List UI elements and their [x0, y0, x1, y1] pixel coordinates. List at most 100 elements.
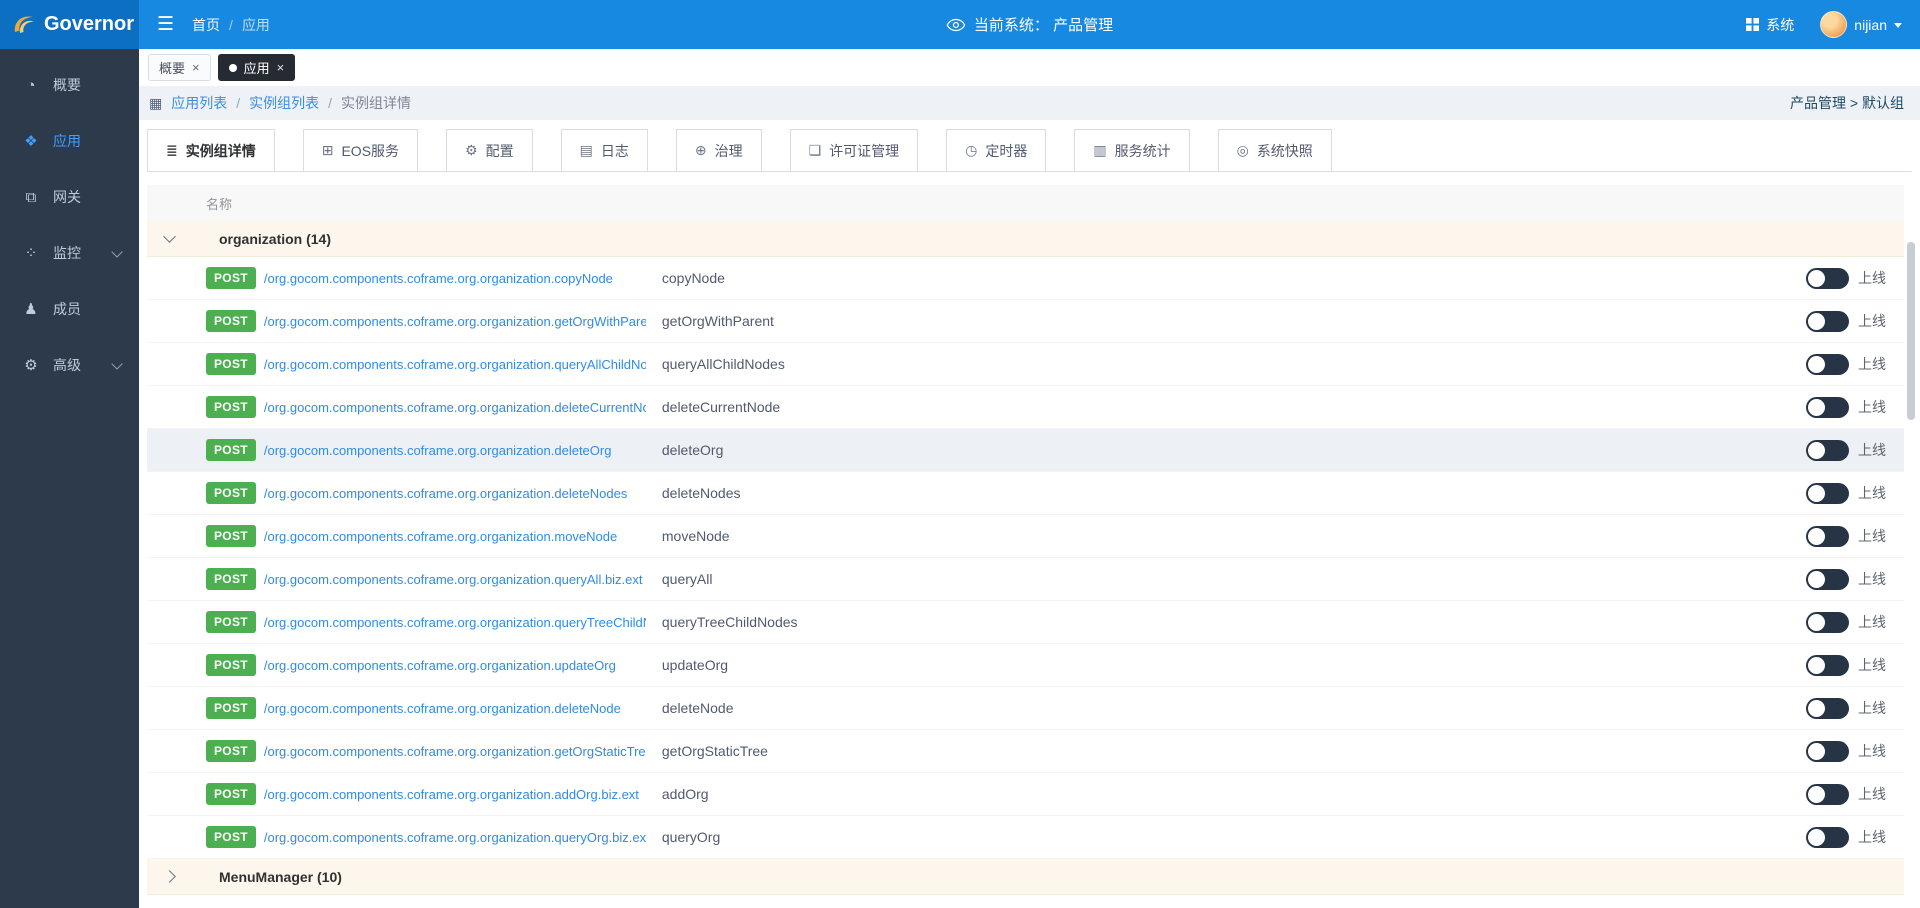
service-row: POST /org.gocom.components.coframe.org.o… [147, 773, 1904, 816]
service-path-link[interactable]: /org.gocom.components.coframe.org.organi… [264, 615, 646, 630]
apps-icon: ❖ [22, 132, 40, 150]
system-menu[interactable]: 系统 [1746, 15, 1794, 35]
status-toggle[interactable] [1806, 698, 1849, 719]
service-name: copyNode [662, 270, 1790, 286]
service-path-link[interactable]: /org.gocom.components.coframe.org.organi… [264, 701, 646, 716]
status-toggle[interactable] [1806, 526, 1849, 547]
service-path-link[interactable]: /org.gocom.components.coframe.org.organi… [264, 314, 646, 329]
service-row: POST /org.gocom.components.coframe.org.o… [147, 816, 1904, 859]
logo-icon [12, 13, 36, 37]
group-row-organization[interactable]: organization (14) [147, 221, 1904, 257]
tab[interactable]: ◎ 系统快照 [1218, 129, 1332, 171]
page-breadcrumb: ▦ 应用列表 / 实例组列表 / 实例组详情 产品管理 > 默认组 [139, 86, 1920, 120]
gear-icon: ⚙ [465, 142, 478, 159]
grid-icon: ▦ [149, 95, 162, 112]
method-badge: POST [206, 353, 256, 375]
context-label: 产品管理 > 默认组 [1790, 93, 1904, 113]
logo-text: Governor [44, 13, 134, 36]
close-icon[interactable]: × [277, 60, 285, 75]
expand-caret-icon[interactable] [163, 870, 176, 883]
topbar-breadcrumb: 首页 / 应用 [192, 15, 270, 35]
sidebar-item[interactable]: ⁘ 监控 [0, 225, 139, 281]
tab[interactable]: ▤ 日志 [561, 129, 648, 171]
service-name: deleteNodes [662, 485, 1790, 501]
status-toggle[interactable] [1806, 569, 1849, 590]
close-icon[interactable]: × [192, 60, 200, 75]
avatar [1820, 11, 1847, 38]
service-name: getOrgWithParent [662, 313, 1790, 329]
chevron-down-icon [1894, 23, 1902, 28]
eos-service-icon: ⊞ [322, 142, 334, 159]
chevron-down-icon [111, 358, 122, 369]
service-path-link[interactable]: /org.gocom.components.coframe.org.organi… [264, 443, 646, 458]
tab[interactable]: ◷ 定时器 [946, 129, 1046, 171]
breadcrumb-app-list[interactable]: 应用列表 [171, 93, 227, 113]
service-path-link[interactable]: /org.gocom.components.coframe.org.organi… [264, 787, 646, 802]
breadcrumb-instance-group-list[interactable]: 实例组列表 [249, 93, 319, 113]
current-system-label: 当前系统： 产品管理 [974, 14, 1113, 35]
status-toggle[interactable] [1806, 440, 1849, 461]
service-name: deleteOrg [662, 442, 1790, 458]
active-dot-icon [229, 64, 237, 72]
open-tab-tag[interactable]: 应用 × [218, 54, 296, 81]
service-name: queryAll [662, 571, 1790, 587]
tab[interactable]: ≣ 实例组详情 [147, 129, 275, 171]
status-label: 上线 [1858, 311, 1886, 331]
status-toggle[interactable] [1806, 827, 1849, 848]
scrollbar-thumb[interactable] [1907, 242, 1915, 420]
method-badge: POST [206, 439, 256, 461]
status-toggle[interactable] [1806, 268, 1849, 289]
group-row-menumanager[interactable]: MenuManager (10) [147, 859, 1904, 895]
service-path-link[interactable]: /org.gocom.components.coframe.org.organi… [264, 658, 646, 673]
tab[interactable]: ▥ 服务统计 [1074, 129, 1189, 171]
status-toggle[interactable] [1806, 612, 1849, 633]
status-toggle[interactable] [1806, 784, 1849, 805]
service-path-link[interactable]: /org.gocom.components.coframe.org.organi… [264, 744, 646, 759]
open-tab-tag[interactable]: 概要 × [148, 54, 211, 81]
breadcrumb-home[interactable]: 首页 [192, 15, 220, 35]
sidebar-item[interactable]: ◔ 概要 [0, 57, 139, 113]
sidebar-item[interactable]: ⚙ 高级 [0, 337, 139, 393]
tab[interactable]: ⊞ EOS服务 [303, 129, 418, 171]
status-toggle[interactable] [1806, 741, 1849, 762]
breadcrumb-app[interactable]: 应用 [242, 15, 270, 35]
collapse-caret-icon[interactable] [163, 230, 176, 243]
open-tabs-bar: 概要 × 应用 × [139, 49, 1920, 86]
service-path-link[interactable]: /org.gocom.components.coframe.org.organi… [264, 572, 646, 587]
sidebar-item[interactable]: ♟ 成员 [0, 281, 139, 337]
user-menu[interactable]: nijian [1820, 11, 1902, 38]
status-label: 上线 [1858, 483, 1886, 503]
status-toggle[interactable] [1806, 311, 1849, 332]
status-toggle[interactable] [1806, 483, 1849, 504]
status-toggle[interactable] [1806, 655, 1849, 676]
sidebar-item[interactable]: ⧉ 网关 [0, 169, 139, 225]
sidebar-item[interactable]: ❖ 应用 [0, 113, 139, 169]
service-path-link[interactable]: /org.gocom.components.coframe.org.organi… [264, 357, 646, 372]
tab[interactable]: ❏ 许可证管理 [790, 129, 919, 171]
service-path-link[interactable]: /org.gocom.components.coframe.org.organi… [264, 486, 646, 501]
monitor-icon: ⁘ [22, 244, 40, 262]
tab[interactable]: ⚙ 配置 [446, 129, 533, 171]
status-label: 上线 [1858, 741, 1886, 761]
logo[interactable]: Governor [0, 0, 139, 49]
service-name: updateOrg [662, 657, 1790, 673]
log-icon: ▤ [580, 142, 593, 159]
service-name: addOrg [662, 786, 1790, 802]
method-badge: POST [206, 267, 256, 289]
dashboard-icon: ◔ [22, 77, 40, 94]
method-badge: POST [206, 568, 256, 590]
service-name: deleteCurrentNode [662, 399, 1790, 415]
status-toggle[interactable] [1806, 354, 1849, 375]
service-row: POST /org.gocom.components.coframe.org.o… [147, 687, 1904, 730]
tab[interactable]: ⊕ 治理 [676, 129, 762, 171]
system-grid-icon [1746, 18, 1759, 31]
status-toggle[interactable] [1806, 397, 1849, 418]
method-badge: POST [206, 783, 256, 805]
service-path-link[interactable]: /org.gocom.components.coframe.org.organi… [264, 529, 646, 544]
method-badge: POST [206, 697, 256, 719]
service-path-link[interactable]: /org.gocom.components.coframe.org.organi… [264, 400, 646, 415]
service-path-link[interactable]: /org.gocom.components.coframe.org.organi… [264, 271, 646, 286]
menu-toggle-icon[interactable]: ☰ [157, 13, 174, 36]
service-table: 名称 organization (14) POST /org.gocom.com… [147, 185, 1904, 895]
service-path-link[interactable]: /org.gocom.components.coframe.org.organi… [264, 830, 646, 845]
